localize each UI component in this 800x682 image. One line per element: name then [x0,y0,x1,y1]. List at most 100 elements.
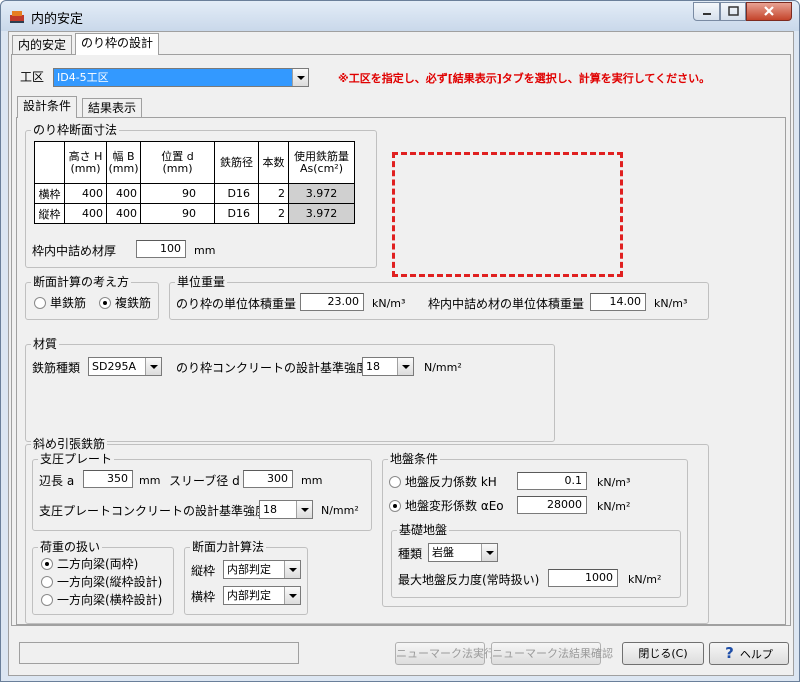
cell-position[interactable]: 90 [140,203,215,224]
concrete-strength-select[interactable]: 18 [362,357,414,376]
plate-concrete-value: 18 [263,503,277,516]
two-way-radio[interactable] [41,558,53,570]
single-rebar-radio[interactable] [34,297,46,309]
header-width: 幅 B (mm) [106,141,141,184]
fill-weight-input[interactable]: 14.00 [590,293,646,311]
help-icon: ? [725,644,734,662]
rebar-type-value: SD295A [92,360,136,373]
section-dims-group: のり枠断面寸法 高さ H (mm) 幅 B (mm) 位置 d (mm) 鉄筋径… [25,123,377,268]
cell-position[interactable]: 90 [140,183,215,204]
fill-weight-label: 枠内中詰め材の単位体積重量 [428,297,585,311]
row-name: 横枠 [34,183,65,204]
cell-width[interactable]: 400 [106,203,141,224]
main-window: 内的安定 内的安定 のり枠の設計 工区 ID4-5工区 ※工区を指定し、必ず[結… [0,0,800,682]
cell-height[interactable]: 400 [64,183,107,204]
ground-conditions-title: 地盤条件 [388,452,441,466]
fill-thickness-input[interactable]: 100 [136,240,186,258]
header-height: 高さ H (mm) [64,141,107,184]
header-bar-size: 鉄筋径 [214,141,259,184]
bearing-plate-group: 支圧プレート 辺長 a 350 mm スリーブ径 d 300 mm 支圧プレート… [32,452,372,531]
double-rebar-radio[interactable] [99,297,111,309]
tab-result-display[interactable]: 結果表示 [82,98,143,118]
concrete-strength-label: のり枠コンクリートの設計基準強度 [176,361,369,375]
concrete-strength-unit: N/mm² [424,361,462,374]
newmark-run-button[interactable]: ニューマーク法実行 [395,642,495,665]
one-way-horizontal-label: 一方向梁(横枠設計) [57,593,163,607]
cell-width[interactable]: 400 [106,183,141,204]
work-area-select[interactable]: ID4-5工区 [53,68,309,87]
material-group: 材質 鉄筋種類 SD295A のり枠コンクリートの設計基準強度 18 N/mm² [25,337,555,442]
foundation-type-select[interactable]: 岩盤 [428,543,498,562]
cell-bar-size[interactable]: D16 [214,203,259,224]
plate-concrete-unit: N/mm² [321,504,359,517]
title-bar[interactable]: 内的安定 [1,1,799,31]
warning-text: ※工区を指定し、必ず[結果表示]タブを選択し、計算を実行してください。 [338,72,711,85]
two-way-label: 二方向梁(両枠) [57,557,139,571]
vertical-method-select[interactable]: 内部判定 [223,560,301,579]
table-row: 縦枠 400 400 90 D16 2 3.972 [34,203,355,224]
alpha-eo-input[interactable]: 28000 [517,496,587,514]
close-window-button[interactable] [746,2,792,21]
side-length-input[interactable]: 350 [83,470,133,488]
chevron-down-icon [397,358,413,375]
cell-count[interactable]: 2 [258,203,289,224]
tension-rebar-group: 斜め引張鉄筋 支圧プレート 辺長 a 350 mm スリーブ径 d 300 mm… [25,437,709,624]
tab-frame-design[interactable]: のり枠の設計 [75,33,160,55]
calc-method-title: 断面計算の考え方 [31,275,132,289]
alpha-eo-radio[interactable] [389,500,401,512]
max-reaction-input[interactable]: 1000 [548,569,618,587]
unit-weight-group: 単位重量 のり枠の単位体積重量 23.00 kN/m³ 枠内中詰め材の単位体積重… [169,275,709,320]
chevron-down-icon [145,358,161,375]
load-handling-group: 荷重の扱い 二方向梁(両枠) 一方向梁(縦枠設計) 一方向梁(横枠設計) [32,540,174,615]
plate-concrete-label: 支圧プレートコンクリートの設計基準強度 [39,504,268,518]
kh-unit: kN/m³ [597,476,631,489]
kh-label: 地盤反力係数 kH [405,475,497,489]
close-icon [764,6,774,16]
kh-radio[interactable] [389,476,401,488]
maximize-icon [728,6,739,16]
header-position: 位置 d (mm) [140,141,215,184]
table-row: 横枠 400 400 90 D16 2 3.972 [34,183,355,204]
side-length-label: 辺長 a [39,474,75,488]
cell-height[interactable]: 400 [64,203,107,224]
rebar-type-label: 鉄筋種類 [32,361,81,375]
help-label: ヘルプ [739,648,773,661]
one-way-horizontal-radio[interactable] [41,594,53,606]
work-area-value: ID4-5工区 [57,71,109,84]
sleeve-diameter-label: スリーブ径 d [169,474,240,488]
fill-thickness-unit: mm [194,244,216,257]
cell-count[interactable]: 2 [258,183,289,204]
tab-design-conditions[interactable]: 設計条件 [17,96,78,118]
close-button[interactable]: 閉じる(C) [622,642,704,665]
foundation-type-label: 種類 [398,547,423,561]
fill-thickness-label: 枠内中詰め材厚 [32,244,117,258]
load-handling-title: 荷重の扱い [38,540,103,554]
material-title: 材質 [31,337,60,351]
minimize-button[interactable] [693,2,720,21]
frame-design-panel: 工区 ID4-5工区 ※工区を指定し、必ず[結果表示]タブを選択し、計算を実行し… [11,54,791,626]
plate-concrete-select[interactable]: 18 [259,500,313,519]
header-area: 使用鉄筋量 As(cm²) [288,141,355,184]
newmark-result-button[interactable]: ニューマーク法結果確認 [491,642,613,665]
chevron-down-icon [292,69,308,86]
app-icon [10,11,24,23]
tension-rebar-title: 斜め引張鉄筋 [31,437,108,451]
kh-input[interactable]: 0.1 [517,472,587,490]
window-title: 内的安定 [31,12,84,27]
sleeve-diameter-input[interactable]: 300 [243,470,293,488]
chevron-down-icon [284,587,300,604]
cell-bar-size[interactable]: D16 [214,183,259,204]
tab-internal-stability[interactable]: 内的安定 [12,35,73,55]
section-force-group: 断面力計算法 縦枠 内部判定 横枠 内部判定 [184,540,308,615]
maximize-button[interactable] [720,2,746,21]
frame-weight-input[interactable]: 23.00 [300,293,364,311]
help-button[interactable]: ? ヘルプ [709,642,789,665]
one-way-vertical-radio[interactable] [41,576,53,588]
minimize-icon [703,13,711,15]
horizontal-method-select[interactable]: 内部判定 [223,586,301,605]
vertical-frame-label: 縦枠 [191,564,216,578]
frame-preview [392,152,623,277]
design-conditions-panel: のり枠断面寸法 高さ H (mm) 幅 B (mm) 位置 d (mm) 鉄筋径… [16,117,786,625]
bearing-plate-title: 支圧プレート [38,452,115,466]
rebar-type-select[interactable]: SD295A [88,357,162,376]
